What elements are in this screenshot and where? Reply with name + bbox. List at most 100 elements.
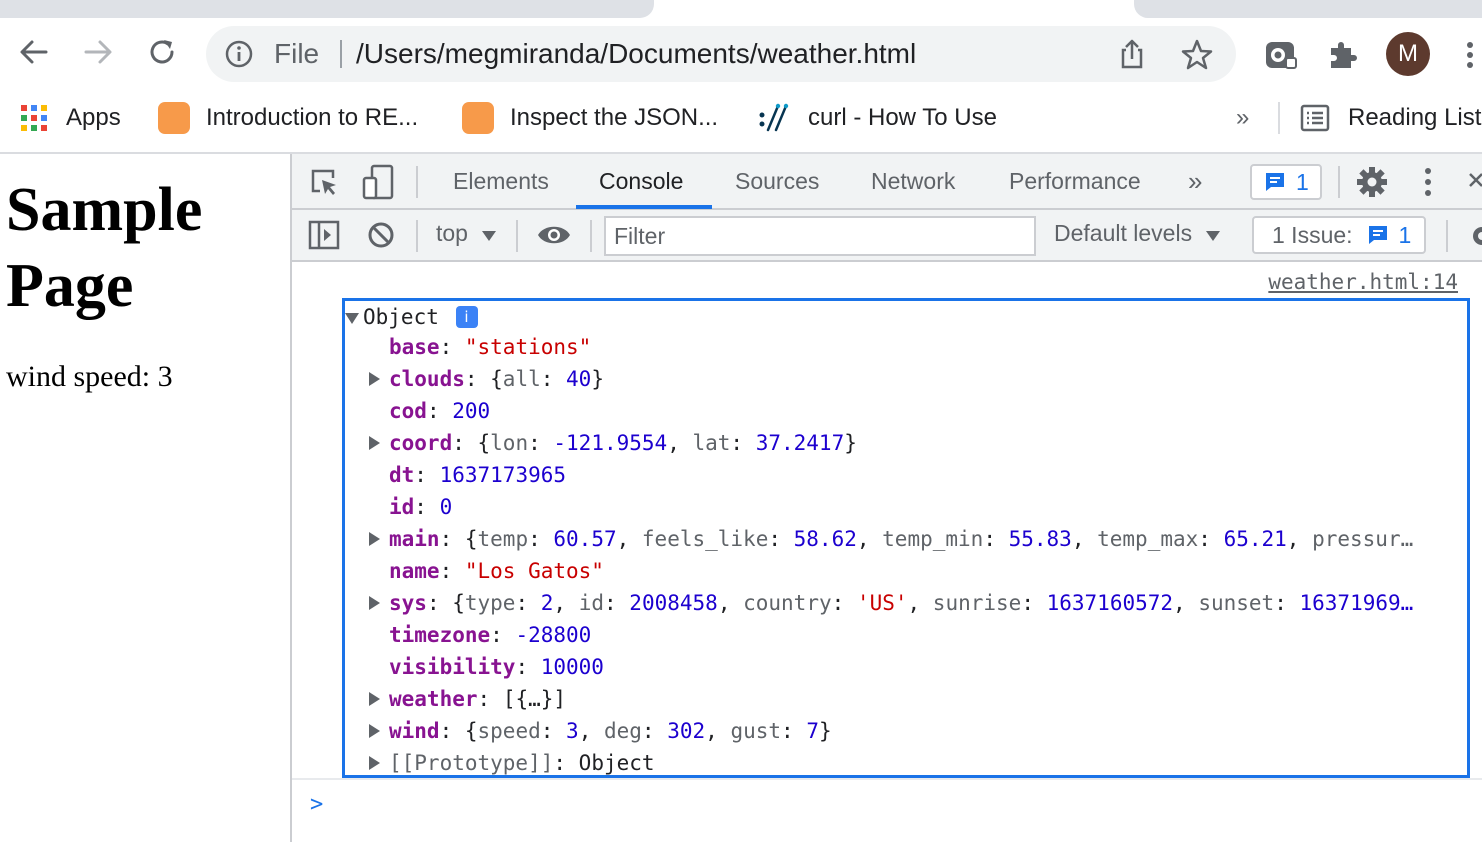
- prop-sys[interactable]: sys: {type: 2, id: 2008458, country: 'US…: [389, 587, 1464, 619]
- issues-label: 1 Issue:: [1272, 221, 1353, 248]
- extensions-puzzle-icon[interactable]: [1326, 38, 1360, 72]
- expand-triangle-icon[interactable]: [369, 756, 380, 770]
- tab-console[interactable]: Console: [599, 168, 683, 195]
- bookmark-label: Introduction to RE...: [206, 104, 419, 131]
- console-filter-input[interactable]: Filter: [604, 216, 1036, 256]
- tab-performance[interactable]: Performance: [1009, 168, 1141, 195]
- info-icon[interactable]: i: [455, 306, 478, 328]
- wind-speed-text: wind speed: 3: [6, 360, 173, 393]
- sidebar-toggle-icon[interactable]: [308, 220, 340, 250]
- bookmarks-overflow-button[interactable]: »: [1236, 104, 1249, 132]
- close-devtools-icon[interactable]: [1464, 170, 1482, 194]
- prop-wind[interactable]: wind: {speed: 3, deg: 302, gust: 7}: [389, 715, 1464, 747]
- forward-arrow-icon: [84, 40, 112, 64]
- scheme-label: File: [274, 38, 320, 69]
- expand-triangle-icon[interactable]: [369, 532, 380, 546]
- expand-triangle-icon[interactable]: [369, 596, 380, 610]
- log-levels-label: Default levels: [1054, 220, 1193, 246]
- device-toolbar-icon[interactable]: [362, 164, 394, 200]
- issues-button[interactable]: 1 Issue: 1: [1252, 216, 1426, 254]
- context-label: top: [436, 220, 468, 246]
- extension-camera-icon[interactable]: [1264, 38, 1298, 72]
- toolbar-divider: [516, 220, 518, 252]
- console-toolbar: top Filter Default levels 1 Issue: 1: [292, 210, 1482, 262]
- logged-object-highlight: Object i base: "stations" clouds: {all: …: [342, 298, 1470, 778]
- expand-triangle-icon[interactable]: [369, 372, 380, 386]
- bookmark-inspect-json[interactable]: Inspect the JSON...: [462, 102, 718, 134]
- profile-avatar[interactable]: M: [1386, 32, 1430, 76]
- console-settings-gear-icon[interactable]: [1466, 222, 1482, 250]
- live-expression-eye-icon[interactable]: [536, 222, 572, 248]
- dropdown-arrow-icon: [482, 231, 497, 241]
- bookmark-apps[interactable]: Apps: [20, 102, 121, 134]
- prop-id: id: 0: [389, 495, 453, 519]
- tab-sources[interactable]: Sources: [735, 168, 819, 195]
- tab-elements[interactable]: Elements: [453, 168, 549, 195]
- bookmark-label: curl - How To Use: [808, 104, 997, 131]
- reading-list-button[interactable]: Reading List: [1300, 102, 1481, 134]
- prop-coord[interactable]: coord: {lon: -121.9554, lat: 37.2417}: [389, 427, 1464, 459]
- address-bar[interactable]: File /Users/megmiranda/Documents/weather…: [206, 26, 1236, 82]
- object-header[interactable]: Object i: [345, 301, 1420, 333]
- prop-name: name: "Los Gatos": [389, 559, 604, 583]
- collapse-triangle-icon[interactable]: [345, 313, 359, 324]
- active-tab-indicator: [576, 205, 712, 209]
- object-label: Object: [363, 305, 439, 329]
- prop-timezone: timezone: -28800: [389, 623, 592, 647]
- prop-visibility: visibility: 10000: [389, 655, 604, 679]
- console-divider: [292, 778, 1482, 780]
- settings-gear-icon[interactable]: [1356, 166, 1388, 198]
- reading-list-icon: [1300, 104, 1330, 132]
- issues-count: 1: [1398, 221, 1412, 248]
- log-levels-dropdown[interactable]: Default levels: [1054, 220, 1221, 247]
- toolbar-divider: [590, 220, 592, 252]
- expand-triangle-icon[interactable]: [369, 436, 380, 450]
- bookmark-curl[interactable]: curl - How To Use: [758, 102, 997, 134]
- browser-menu-icon[interactable]: [1460, 40, 1480, 70]
- page-heading: Sample Page: [6, 176, 203, 320]
- bookmark-intro-to-rest[interactable]: Introduction to RE...: [158, 102, 418, 134]
- prop-prototype[interactable]: [[Prototype]]: Object: [389, 747, 1464, 779]
- message-count: 1: [1296, 168, 1309, 195]
- prop-main[interactable]: main: {temp: 60.57, feels_like: 58.62, t…: [389, 523, 1464, 555]
- tab-network[interactable]: Network: [871, 168, 955, 195]
- prop-clouds[interactable]: clouds: {all: 40}: [389, 363, 1464, 395]
- source-location-link[interactable]: weather.html:14: [1268, 270, 1458, 294]
- prop-weather[interactable]: weather: [{…}]: [389, 683, 1464, 715]
- inspect-element-icon[interactable]: [308, 166, 340, 198]
- context-selector[interactable]: top: [436, 220, 497, 247]
- clear-console-icon[interactable]: [366, 220, 396, 250]
- devtools-menu-icon[interactable]: [1418, 166, 1438, 198]
- inactive-tab-right[interactable]: [1134, 0, 1482, 18]
- orange-favicon: [158, 102, 190, 134]
- more-tabs-button[interactable]: »: [1188, 166, 1202, 197]
- bookmark-label: Apps: [66, 104, 121, 131]
- bookmark-star-icon[interactable]: [1180, 38, 1214, 72]
- url-text[interactable]: /Users/megmiranda/Documents/weather.html: [356, 38, 916, 70]
- devtools-panel: Elements Console Sources Network Perform…: [292, 154, 1482, 842]
- toolbar-divider: [1338, 166, 1340, 198]
- console-prompt-icon[interactable]: >: [310, 792, 323, 817]
- bookmarks-divider: [1278, 102, 1280, 134]
- forward-button[interactable]: [78, 32, 118, 72]
- back-button[interactable]: [14, 32, 54, 72]
- reload-button[interactable]: [142, 32, 182, 72]
- messages-badge[interactable]: 1: [1250, 164, 1322, 200]
- page-viewport: Sample Page wind speed: 3: [0, 154, 290, 842]
- bookmark-label: Inspect the JSON...: [510, 104, 719, 131]
- issue-bubble-icon: [1368, 226, 1387, 244]
- apps-grid-icon: [21, 105, 47, 131]
- curl-favicon: [759, 103, 789, 132]
- devtools-tab-bar: Elements Console Sources Network Perform…: [292, 154, 1482, 210]
- prop-cod: cod: 200: [389, 399, 491, 423]
- back-arrow-icon: [20, 40, 48, 64]
- inactive-tab-left[interactable]: [0, 0, 654, 18]
- expand-triangle-icon[interactable]: [369, 692, 380, 706]
- prop-dt: dt: 1637173965: [389, 463, 567, 487]
- site-info-icon[interactable]: [224, 39, 254, 69]
- dropdown-arrow-icon: [1206, 231, 1221, 241]
- reload-icon: [150, 40, 174, 64]
- expand-triangle-icon[interactable]: [369, 724, 380, 738]
- message-bubble-icon: [1266, 173, 1284, 191]
- share-icon[interactable]: [1116, 38, 1148, 70]
